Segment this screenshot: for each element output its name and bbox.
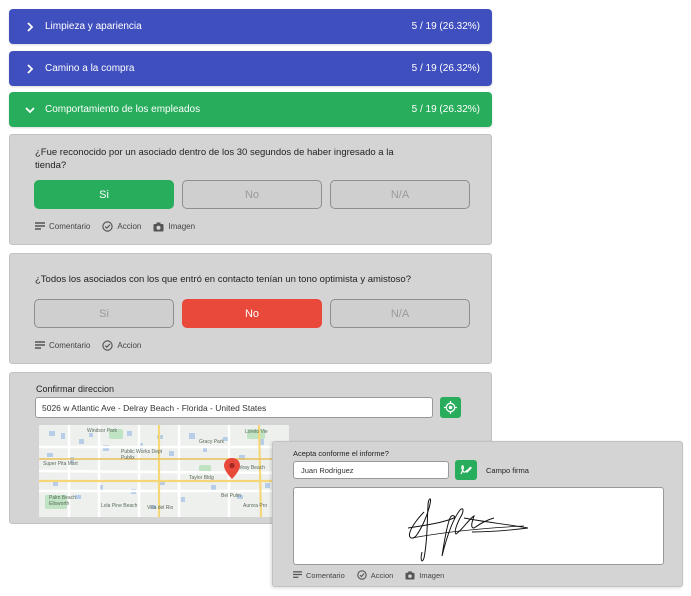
map-label: Loreto Vie xyxy=(245,429,268,435)
option-na-button[interactable]: N/A xyxy=(330,299,470,328)
question-card-1: ¿Fue reconocido por un asociado dentro d… xyxy=(9,134,492,245)
action-action[interactable]: Accion xyxy=(357,570,394,580)
option-si-button[interactable]: Si xyxy=(34,299,174,328)
map-label: Taylor Bldg xyxy=(189,475,214,481)
comment-action[interactable]: Comentario xyxy=(35,341,90,350)
section-header-limpieza[interactable]: Limpieza y apariencia 5 / 19 (26.32%) xyxy=(9,9,492,44)
action-action[interactable]: Accion xyxy=(102,221,141,232)
comment-action[interactable]: Comentario xyxy=(35,222,90,231)
chevron-right-icon xyxy=(23,62,37,76)
locate-button[interactable] xyxy=(440,397,461,418)
section-title: Camino a la compra xyxy=(45,63,135,74)
section-title: Limpieza y apariencia xyxy=(45,21,142,32)
image-action[interactable]: Imagen xyxy=(153,222,195,232)
option-na-button[interactable]: N/A xyxy=(330,180,470,209)
action-action[interactable]: Accion xyxy=(102,340,141,351)
image-label: Imagen xyxy=(419,570,445,580)
map-label: Windsor Park xyxy=(87,428,118,434)
section-header-camino[interactable]: Camino a la compra 5 / 19 (26.32%) xyxy=(9,51,492,86)
question-text: ¿Fue reconocido por un asociado dentro d… xyxy=(35,147,394,171)
comment-label: Comentario xyxy=(306,570,345,580)
signature-field-label: Campo firma xyxy=(486,466,529,475)
question-text: ¿Todos los asociados con los que entró e… xyxy=(35,274,412,285)
image-action[interactable]: Imagen xyxy=(405,571,444,580)
section-header-comportamiento[interactable]: Comportamiento de los empleados 5 / 19 (… xyxy=(9,92,492,127)
action-label: Accion xyxy=(370,570,394,580)
signer-name-value: Juan Rodriguez xyxy=(301,465,354,475)
comment-action[interactable]: Comentario xyxy=(293,571,345,580)
map-label: Lola Pine Beach xyxy=(101,503,138,509)
map-label: Publix xyxy=(121,455,135,461)
map-label: Super Pita Mart xyxy=(43,461,78,467)
check-circle-icon xyxy=(357,570,367,580)
map-label: Bel Pulm xyxy=(221,493,241,499)
option-si-button[interactable]: Si xyxy=(34,180,174,209)
signature-pen-icon xyxy=(459,465,472,475)
comment-label: Comentario xyxy=(49,341,91,350)
address-label: Confirmar direccion xyxy=(36,384,115,394)
map-label: Ellsworth xyxy=(49,501,70,507)
signature-drawing xyxy=(407,498,529,562)
comment-lines-icon xyxy=(35,222,45,230)
question-actions: Comentario Accion xyxy=(35,340,153,351)
chevron-right-icon xyxy=(23,20,37,34)
check-circle-icon xyxy=(102,340,114,351)
action-label: Accion xyxy=(117,341,142,350)
section-score: 5 / 19 (26.32%) xyxy=(411,21,480,32)
signature-card: Acepta conforme el informe? Juan Rodrigu… xyxy=(272,441,683,587)
image-label: Imagen xyxy=(168,222,196,231)
comment-label: Comentario xyxy=(49,222,91,231)
section-score: 5 / 19 (26.32%) xyxy=(411,63,480,74)
comment-lines-icon xyxy=(293,571,302,578)
question-actions: Comentario Accion Imagen xyxy=(35,221,207,232)
map-label: Aurora Pro xyxy=(243,503,267,509)
map-label: Gracy Park xyxy=(199,439,225,445)
signature-question: Acepta conforme el informe? xyxy=(293,449,389,458)
crosshair-icon xyxy=(444,401,457,414)
section-title: Comportamiento de los empleados xyxy=(45,104,201,115)
signature-actions: Comentario Accion Imagen xyxy=(293,570,456,580)
address-input[interactable]: 5026 w Atlantic Ave - Delray Beach - Flo… xyxy=(35,397,433,418)
map-label: Villa del Rio xyxy=(147,505,174,511)
address-value: 5026 w Atlantic Ave - Delray Beach - Flo… xyxy=(42,402,267,413)
signer-name-input[interactable]: Juan Rodriguez xyxy=(293,461,449,479)
signature-button[interactable] xyxy=(455,460,477,480)
camera-icon xyxy=(405,570,415,580)
map-view[interactable]: Windsor Park Public Works Dept Publix Gr… xyxy=(39,425,289,517)
camera-icon xyxy=(153,222,164,231)
comment-lines-icon xyxy=(35,341,45,349)
action-label: Accion xyxy=(117,222,142,231)
chevron-down-icon xyxy=(23,103,37,117)
question-card-2: ¿Todos los asociados con los que entró e… xyxy=(9,253,492,364)
option-no-button[interactable]: No xyxy=(182,299,322,328)
check-circle-icon xyxy=(102,221,114,232)
option-no-button[interactable]: No xyxy=(182,180,322,209)
signature-pad[interactable] xyxy=(293,487,664,565)
section-score: 5 / 19 (26.32%) xyxy=(411,104,480,115)
